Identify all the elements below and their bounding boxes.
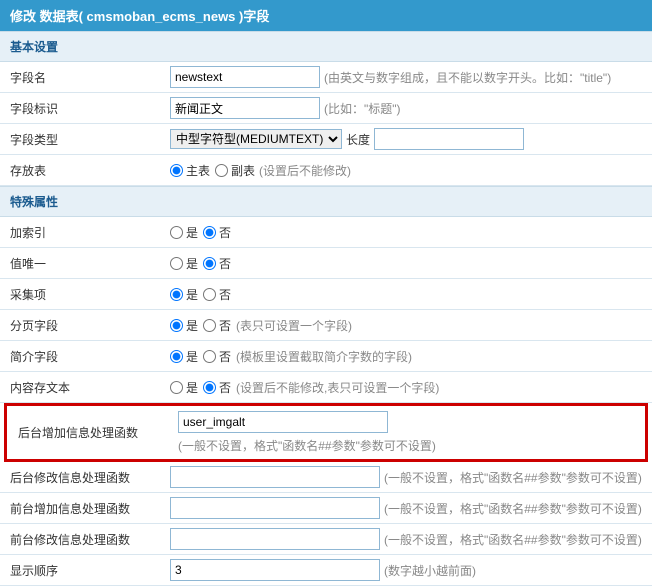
hint-intro: (模板里设置截取简介字数的字段) bbox=[236, 348, 412, 365]
text-yes: 是 bbox=[186, 286, 198, 303]
label-editfunc-post: 后台修改信息处理函数 bbox=[10, 469, 170, 486]
hint-pagefield: (表只可设置一个字段) bbox=[236, 317, 352, 334]
radio-unique-yes[interactable] bbox=[170, 257, 183, 270]
select-fieldtype[interactable]: 中型字符型(MEDIUMTEXT) bbox=[170, 129, 342, 149]
radio-intro-yes[interactable] bbox=[170, 350, 183, 363]
row-fieldident: 字段标识 (比如："标题") bbox=[0, 93, 652, 124]
row-intro: 简介字段 是 否 (模板里设置截取简介字数的字段) bbox=[0, 341, 652, 372]
section-basic: 基本设置 bbox=[0, 31, 652, 62]
label-pagefield: 分页字段 bbox=[10, 317, 170, 334]
text-yes: 是 bbox=[186, 255, 198, 272]
radio-collect-no[interactable] bbox=[203, 288, 216, 301]
label-fieldtype: 字段类型 bbox=[10, 131, 170, 148]
label-collect: 采集项 bbox=[10, 286, 170, 303]
row-storagetable: 存放表 主表 副表 (设置后不能修改) bbox=[0, 155, 652, 186]
text-no: 否 bbox=[219, 348, 231, 365]
input-addfunc-front[interactable] bbox=[170, 497, 380, 519]
hint-editfunc-front: (一般不设置，格式"函数名##参数"参数可不设置) bbox=[384, 531, 642, 548]
label-editfunc-front: 前台修改信息处理函数 bbox=[10, 531, 170, 548]
row-order: 显示顺序 (数字越小越前面) bbox=[0, 555, 652, 586]
label-order: 显示顺序 bbox=[10, 562, 170, 579]
radio-sub-table[interactable] bbox=[215, 164, 228, 177]
hint-fieldident: (比如："标题") bbox=[324, 100, 401, 117]
text-no: 否 bbox=[219, 224, 231, 241]
label-storagetable: 存放表 bbox=[10, 162, 170, 179]
row-editfunc-front: 前台修改信息处理函数 (一般不设置，格式"函数名##参数"参数可不设置) bbox=[0, 524, 652, 555]
row-unique: 值唯一 是 否 bbox=[0, 248, 652, 279]
text-no: 否 bbox=[219, 255, 231, 272]
label-addfunc-front: 前台增加信息处理函数 bbox=[10, 500, 170, 517]
input-editfunc-front[interactable] bbox=[170, 528, 380, 550]
hint-fieldname: (由英文与数字组成，且不能以数字开头。比如："title") bbox=[324, 69, 611, 86]
row-fieldtype: 字段类型 中型字符型(MEDIUMTEXT) 长度 bbox=[0, 124, 652, 155]
radio-contenttext-yes[interactable] bbox=[170, 381, 183, 394]
text-yes: 是 bbox=[186, 348, 198, 365]
row-fieldname: 字段名 (由英文与数字组成，且不能以数字开头。比如："title") bbox=[0, 62, 652, 93]
radio-intro-no[interactable] bbox=[203, 350, 216, 363]
hint-storagetable: (设置后不能修改) bbox=[259, 162, 351, 179]
label-fieldident: 字段标识 bbox=[10, 100, 170, 117]
hint-addfunc-front: (一般不设置，格式"函数名##参数"参数可不设置) bbox=[384, 500, 642, 517]
input-fieldname[interactable] bbox=[170, 66, 320, 88]
input-order[interactable] bbox=[170, 559, 380, 581]
label-addfunc-post: 后台增加信息处理函数 bbox=[18, 424, 178, 441]
text-yes: 是 bbox=[186, 379, 198, 396]
radio-addindex-yes[interactable] bbox=[170, 226, 183, 239]
hint-addfunc-post: (一般不设置，格式"函数名##参数"参数可不设置) bbox=[178, 437, 436, 454]
radio-collect-yes[interactable] bbox=[170, 288, 183, 301]
input-length[interactable] bbox=[374, 128, 524, 150]
radio-pagefield-yes[interactable] bbox=[170, 319, 183, 332]
input-addfunc-post[interactable] bbox=[178, 411, 388, 433]
input-editfunc-post[interactable] bbox=[170, 466, 380, 488]
label-intro: 简介字段 bbox=[10, 348, 170, 365]
row-addfunc-post: 后台增加信息处理函数 (一般不设置，格式"函数名##参数"参数可不设置) bbox=[8, 407, 644, 458]
row-collect: 采集项 是 否 bbox=[0, 279, 652, 310]
label-sub-table: 副表 bbox=[231, 162, 255, 179]
label-addindex: 加索引 bbox=[10, 224, 170, 241]
row-addindex: 加索引 是 否 bbox=[0, 217, 652, 248]
section-special: 特殊属性 bbox=[0, 186, 652, 217]
row-pagefield: 分页字段 是 否 (表只可设置一个字段) bbox=[0, 310, 652, 341]
input-fieldident[interactable] bbox=[170, 97, 320, 119]
label-length: 长度 bbox=[346, 131, 370, 148]
radio-contenttext-no[interactable] bbox=[203, 381, 216, 394]
text-yes: 是 bbox=[186, 224, 198, 241]
hint-contenttext: (设置后不能修改,表只可设置一个字段) bbox=[236, 379, 439, 396]
label-main-table: 主表 bbox=[186, 162, 210, 179]
highlight-box: 后台增加信息处理函数 (一般不设置，格式"函数名##参数"参数可不设置) bbox=[4, 403, 648, 462]
row-contenttext: 内容存文本 是 否 (设置后不能修改,表只可设置一个字段) bbox=[0, 372, 652, 403]
text-no: 否 bbox=[219, 286, 231, 303]
radio-main-table[interactable] bbox=[170, 164, 183, 177]
hint-editfunc-post: (一般不设置，格式"函数名##参数"参数可不设置) bbox=[384, 469, 642, 486]
text-no: 否 bbox=[219, 379, 231, 396]
radio-addindex-no[interactable] bbox=[203, 226, 216, 239]
text-yes: 是 bbox=[186, 317, 198, 334]
text-no: 否 bbox=[219, 317, 231, 334]
page-title: 修改 数据表( cmsmoban_ecms_news )字段 bbox=[0, 0, 652, 31]
label-contenttext: 内容存文本 bbox=[10, 379, 170, 396]
row-editfunc-post: 后台修改信息处理函数 (一般不设置，格式"函数名##参数"参数可不设置) bbox=[0, 462, 652, 493]
label-unique: 值唯一 bbox=[10, 255, 170, 272]
radio-pagefield-no[interactable] bbox=[203, 319, 216, 332]
label-fieldname: 字段名 bbox=[10, 69, 170, 86]
hint-order: (数字越小越前面) bbox=[384, 562, 476, 579]
row-addfunc-front: 前台增加信息处理函数 (一般不设置，格式"函数名##参数"参数可不设置) bbox=[0, 493, 652, 524]
radio-unique-no[interactable] bbox=[203, 257, 216, 270]
